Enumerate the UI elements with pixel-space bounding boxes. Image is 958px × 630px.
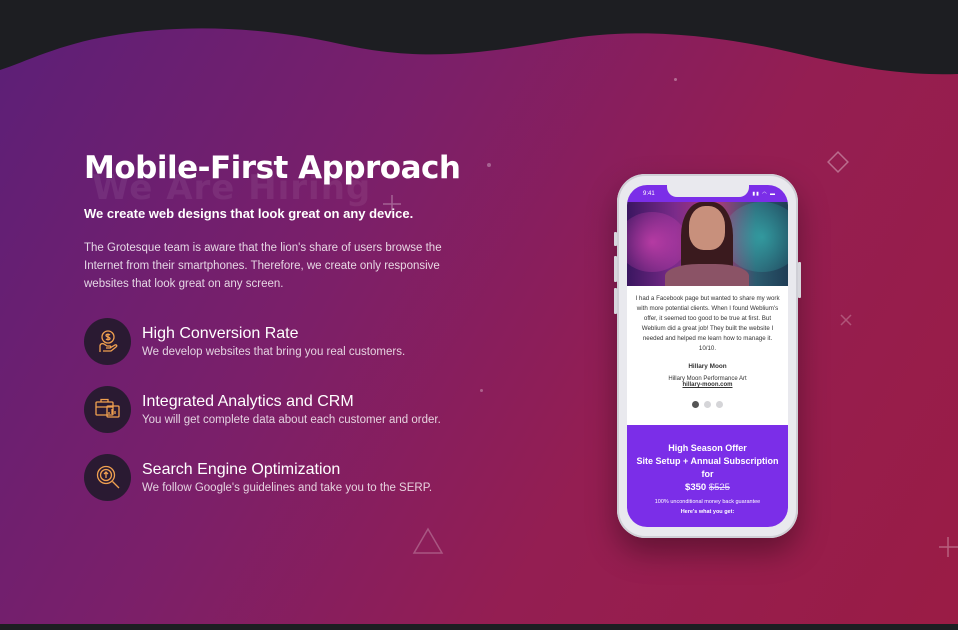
phone-side-button (614, 288, 617, 314)
feature-desc: We develop websites that bring you real … (142, 346, 406, 358)
conversion-hand-dollar-icon (84, 317, 131, 365)
testimonial-name: Hillary Moon (688, 363, 727, 370)
feature-item: Search Engine Optimization We follow Goo… (84, 453, 464, 501)
offer-for: for (701, 469, 714, 479)
feature-desc: We follow Google's guidelines and take y… (142, 482, 433, 494)
dot-deco (487, 163, 491, 167)
top-wave (0, 0, 958, 75)
offer-whats-included: Here's what you get: (680, 509, 735, 515)
carousel-dots (634, 401, 781, 408)
dot-deco (674, 78, 677, 81)
feature-title: High Conversion Rate (142, 325, 299, 342)
feature-item: High Conversion Rate We develop websites… (84, 317, 464, 365)
offer-old-price: $525 (708, 482, 730, 493)
phone-side-button (614, 232, 617, 246)
subtitle: We create web designs that look great on… (84, 206, 414, 221)
status-time: 9:41 (643, 190, 655, 197)
feature-title: Integrated Analytics and CRM (142, 393, 354, 410)
testimonial: I had a Facebook page but wanted to shar… (627, 286, 788, 408)
offer-subtitle: Site Setup + Annual Subscription (636, 456, 779, 466)
dot-deco (480, 389, 483, 392)
phone-side-button (798, 262, 801, 298)
feature-item: Integrated Analytics and CRM You will ge… (84, 385, 464, 433)
intro-paragraph: The Grotesque team is aware that the lio… (84, 242, 442, 290)
bottom-bar (0, 624, 958, 630)
status-icons: ▮▮ ◠ ▬ (752, 190, 776, 197)
phone-mockup: 9:41 ▮▮ ◠ ▬ I had a Facebook page but wa… (614, 174, 801, 538)
feature-desc: You will get complete data about each cu… (142, 414, 441, 426)
phone-side-button (614, 256, 617, 282)
plus-deco-icon-2 (939, 537, 958, 557)
offer-guarantee: 100% unconditional money back guarantee (654, 499, 761, 505)
phone-screen: 9:41 ▮▮ ◠ ▬ I had a Facebook page but wa… (627, 185, 788, 527)
analytics-briefcase-icon (84, 385, 131, 433)
testimonial-quote: I had a Facebook page but wanted to shar… (635, 295, 780, 352)
content-column: Mobile-First Approach We create web desi… (84, 150, 464, 521)
carousel-dot-active[interactable] (692, 401, 699, 408)
testimonial-photo (627, 202, 788, 286)
testimonial-link[interactable]: hillary-moon.com (634, 382, 781, 388)
photo-shoulders (665, 264, 749, 286)
feature-title: Search Engine Optimization (142, 461, 341, 478)
carousel-dot[interactable] (704, 401, 711, 408)
seo-magnifier-icon (84, 453, 131, 501)
offer-price-row: $350 $525 (627, 482, 788, 493)
feature-list: High Conversion Rate We develop websites… (84, 317, 464, 501)
page: We Are Hiring Mobile-First Approach We c… (0, 0, 958, 630)
diamond-deco-icon (827, 151, 849, 173)
carousel-dot[interactable] (716, 401, 723, 408)
offer-panel: High Season Offer Site Setup + Annual Su… (627, 425, 788, 527)
photo-glow (627, 212, 687, 272)
offer-title: High Season Offer (668, 443, 747, 453)
triangle-deco-icon (412, 527, 444, 554)
page-title: Mobile-First Approach (84, 150, 461, 186)
phone-notch (667, 185, 749, 197)
offer-price: $350 (685, 482, 707, 493)
photo-face (689, 206, 725, 250)
cross-deco-icon (840, 314, 852, 326)
